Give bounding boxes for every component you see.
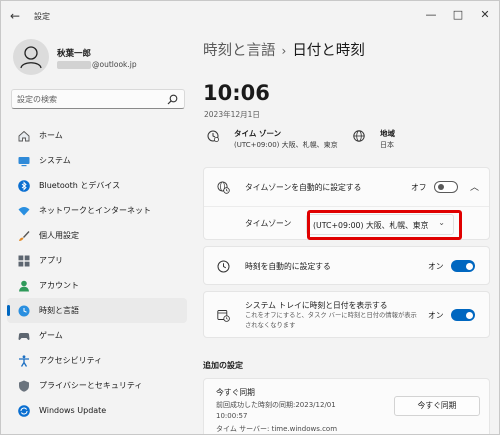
chevron-right-icon: ›	[281, 44, 287, 58]
update-icon	[18, 404, 30, 417]
sidebar-item-system[interactable]: システム	[7, 148, 187, 173]
sidebar-item-home[interactable]: ホーム	[7, 123, 187, 148]
avatar[interactable]	[13, 39, 49, 75]
apps-icon	[18, 255, 30, 266]
sidebar-item-label: ホーム	[39, 131, 63, 140]
sidebar-item-apps[interactable]: アプリ	[7, 248, 187, 273]
user-icon	[20, 46, 42, 69]
show-tray-label: システム トレイに時刻と日付を表示する	[245, 301, 388, 310]
sync-title: 今すぐ同期	[216, 388, 255, 397]
sidebar-item-personalization[interactable]: 個人用設定	[7, 223, 187, 248]
back-arrow-icon[interactable]: ←	[10, 10, 24, 22]
system-icon	[18, 156, 30, 166]
current-time: 10:06	[203, 81, 270, 105]
sidebar-item-network[interactable]: ネットワークとインターネット	[7, 198, 187, 223]
clock-icon	[217, 260, 230, 273]
current-date: 2023年12月1日	[204, 110, 260, 119]
timezone-info-title: タイム ゾーン	[234, 129, 282, 138]
sidebar-nav: ホーム システム Bluetooth とデバイス ネットワークとインターネット	[7, 123, 187, 423]
user-email: @outlook.jp	[57, 60, 137, 69]
settings-window: ← 設定 — □ ✕ 秋葉一郎 @outlook.jp ホーム	[0, 0, 500, 435]
sidebar-item-label: Bluetooth とデバイス	[39, 181, 121, 190]
toggle-knob	[465, 262, 473, 270]
search-box[interactable]	[11, 89, 185, 109]
additional-settings-heading: 追加の設定	[203, 361, 243, 370]
sidebar-item-label: アカウント	[39, 281, 79, 290]
breadcrumb: 時刻と言語 › 日付と時刻	[203, 39, 365, 60]
auto-timezone-state: オフ	[411, 183, 427, 192]
auto-time-toggle[interactable]	[451, 260, 475, 272]
bluetooth-icon	[18, 179, 30, 192]
calendar-clock-icon	[217, 310, 230, 322]
redacted-email-block	[57, 61, 91, 69]
brush-icon	[19, 230, 30, 241]
window-title: 設定	[34, 12, 50, 21]
sidebar-item-label: ゲーム	[39, 331, 63, 340]
toggle-knob	[465, 311, 473, 319]
gaming-icon	[18, 332, 30, 340]
chevron-up-icon[interactable]: ︿	[470, 180, 479, 193]
sidebar-item-time-language[interactable]: 時刻と言語	[7, 298, 187, 323]
sidebar-item-accounts[interactable]: アカウント	[7, 273, 187, 298]
sidebar-item-label: ネットワークとインターネット	[39, 206, 151, 215]
search-input[interactable]	[17, 93, 167, 106]
close-button[interactable]: ✕	[475, 6, 495, 24]
globe-icon	[353, 130, 365, 142]
search-icon[interactable]	[167, 94, 178, 105]
title-bar: ← 設定 — □ ✕	[1, 1, 499, 31]
sidebar-item-label: アクセシビリティ	[39, 356, 103, 365]
user-name: 秋葉一郎	[57, 49, 92, 59]
sync-now-button[interactable]: 今すぐ同期	[394, 396, 480, 416]
time-server: タイム サーバー: time.windows.com	[216, 425, 338, 433]
timezone-info: タイム ゾーン (UTC+09:00) 大阪、札幌、東京	[207, 128, 338, 154]
timezone-info-value: (UTC+09:00) 大阪、札幌、東京	[234, 141, 338, 149]
region-info: 地域 日本	[353, 128, 433, 154]
auto-timezone-toggle[interactable]	[434, 181, 458, 193]
region-info-title: 地域	[380, 129, 395, 138]
sidebar-item-label: 時刻と言語	[39, 306, 79, 315]
region-info-value: 日本	[380, 141, 394, 149]
show-tray-state: オン	[428, 311, 444, 320]
last-sync-time: 前回成功した時刻の同期:2023/12/01	[216, 401, 336, 409]
auto-timezone-label: タイムゾーンを自動的に設定する	[245, 183, 362, 192]
user-email-suffix: @outlook.jp	[92, 60, 137, 69]
page-title: 日付と時刻	[292, 43, 365, 59]
sidebar-item-label: Windows Update	[39, 406, 107, 415]
network-icon	[18, 206, 30, 215]
timezone-select-label: タイムゾーン	[245, 219, 292, 228]
minimize-button[interactable]: —	[421, 6, 441, 24]
sidebar-item-label: プライバシーとセキュリティ	[39, 381, 143, 390]
timezone-highlight-box	[307, 210, 462, 240]
sidebar-item-accessibility[interactable]: アクセシビリティ	[7, 348, 187, 373]
sidebar-item-label: アプリ	[39, 256, 63, 265]
sync-card: 今すぐ同期 前回成功した時刻の同期:2023/12/01 10:00:57 タイ…	[203, 378, 490, 434]
breadcrumb-parent[interactable]: 時刻と言語	[203, 43, 276, 59]
clock-icon	[207, 130, 219, 142]
show-tray-toggle[interactable]	[451, 309, 475, 321]
sidebar-item-bluetooth[interactable]: Bluetooth とデバイス	[7, 173, 187, 198]
auto-time-card: 時刻を自動的に設定する オン	[203, 246, 490, 285]
shield-icon	[19, 380, 29, 392]
sidebar-item-privacy[interactable]: プライバシーとセキュリティ	[7, 373, 187, 398]
sidebar-item-gaming[interactable]: ゲーム	[7, 323, 187, 348]
account-icon	[19, 280, 29, 291]
sidebar-item-label: システム	[39, 156, 71, 165]
globe-clock-icon	[217, 181, 230, 194]
auto-time-state: オン	[428, 262, 444, 271]
home-icon	[18, 130, 30, 141]
time-language-icon	[18, 305, 30, 316]
accessibility-icon	[19, 354, 29, 367]
sidebar-item-label: 個人用設定	[39, 231, 79, 240]
toggle-knob	[437, 184, 444, 190]
auto-time-label: 時刻を自動的に設定する	[245, 262, 331, 271]
show-tray-card: システム トレイに時刻と日付を表示する これをオフにすると、タスク バーに時刻と…	[203, 291, 490, 338]
sidebar-item-windows-update[interactable]: Windows Update	[7, 398, 187, 423]
maximize-button[interactable]: □	[448, 6, 468, 24]
show-tray-description: これをオフにすると、タスク バーに時刻と日付の情報が表示されなくなります	[245, 312, 417, 329]
last-sync-time-continued: 10:00:57	[216, 412, 248, 420]
